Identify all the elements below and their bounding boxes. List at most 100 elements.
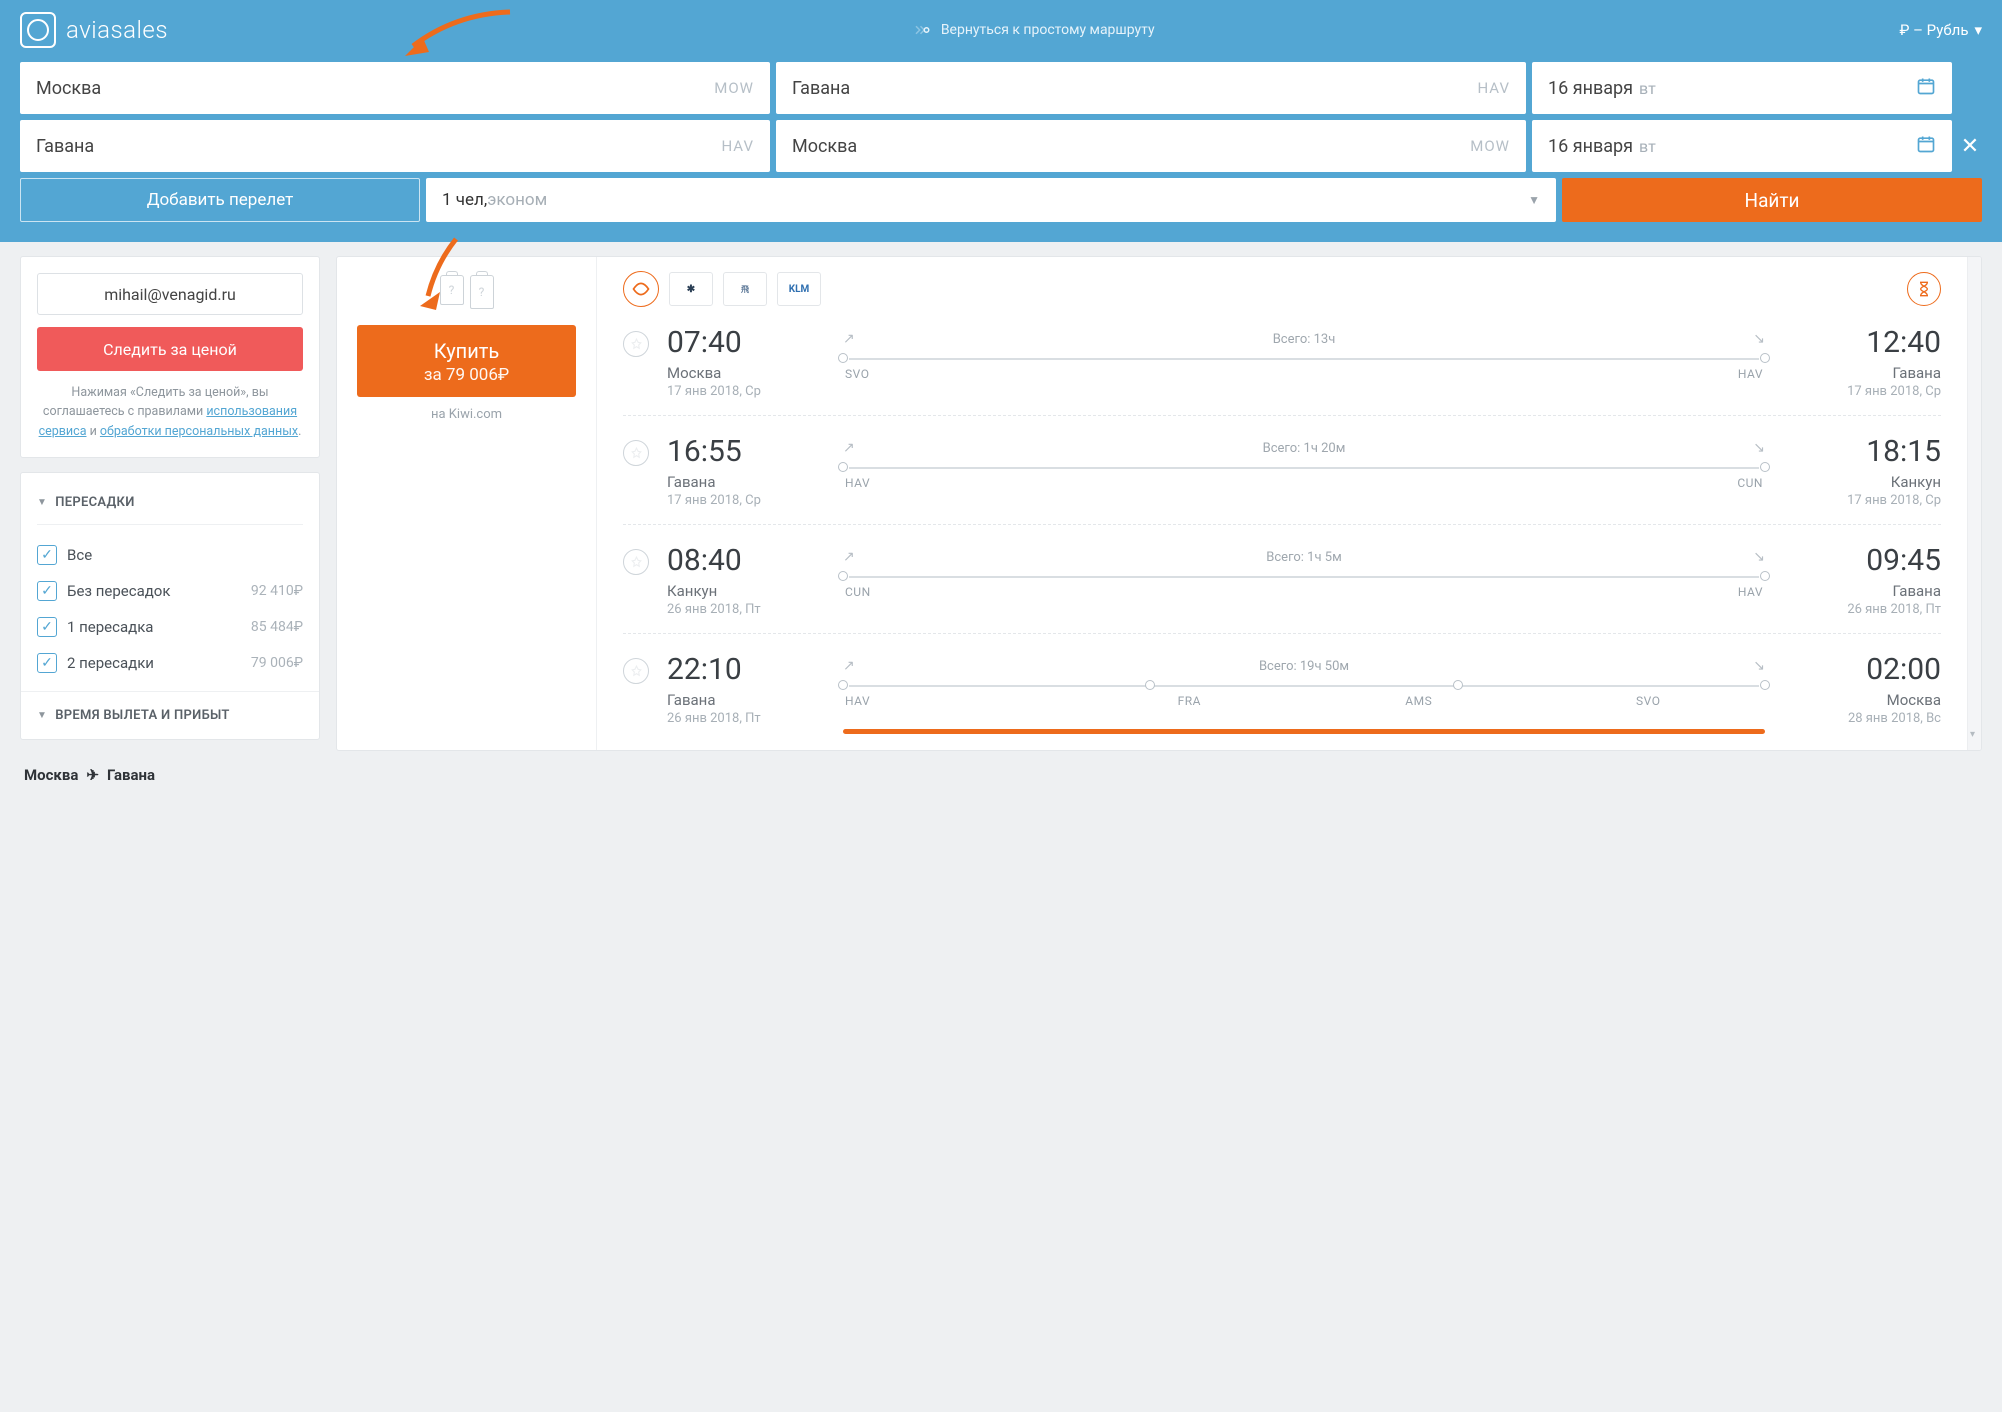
- arr-time: 09:45: [1791, 543, 1941, 578]
- filter-label: Без пересадок: [67, 582, 170, 600]
- filter-time-toggle[interactable]: ▼ ВРЕМЯ ВЫЛЕТА И ПРИБЫТ: [37, 702, 303, 723]
- chevron-down-icon: ▼: [37, 497, 47, 508]
- airline-condor-icon: [623, 271, 659, 307]
- dep-city: Москва: [667, 364, 817, 382]
- baggage-icon: ?: [470, 275, 494, 309]
- dep-date: 26 янв 2018, Пт: [667, 602, 817, 617]
- checkbox-icon: ✓: [37, 653, 57, 673]
- flight-segment: 08:40 Канкун 26 янв 2018, Пт ↗ Всего: 1ч…: [623, 525, 1941, 634]
- arr-time: 18:15: [1791, 434, 1941, 469]
- vendor-label: на Kiwi.com: [357, 407, 576, 422]
- filter-option[interactable]: ✓ Все: [37, 537, 303, 573]
- filter-label: 1 пересадка: [67, 618, 153, 636]
- filter-price: 79 006₽: [251, 655, 303, 671]
- search-button[interactable]: Найти: [1562, 178, 1982, 222]
- carryon-icon: ?: [440, 275, 464, 305]
- filter-time-title: ВРЕМЯ ВЫЛЕТА И ПРИБЫТ: [55, 708, 230, 723]
- filter-label: Все: [67, 546, 92, 564]
- brand[interactable]: aviasales: [20, 12, 168, 48]
- dep-time: 22:10: [667, 652, 817, 687]
- dep-city: Гавана: [667, 691, 817, 709]
- price-watch-card: Следить за ценой Нажимая «Следить за цен…: [20, 256, 320, 458]
- currency-label: ₽ – Рубль: [1899, 21, 1968, 39]
- calendar-icon: [1916, 76, 1936, 101]
- filter-option[interactable]: ✓ Без пересадок 92 410₽: [37, 573, 303, 609]
- airport-code: MOW: [1470, 137, 1510, 155]
- filter-label: 2 пересадки: [67, 654, 154, 672]
- privacy-link[interactable]: обработки персональных данных: [100, 424, 298, 439]
- airport-code: CUN: [845, 585, 1304, 599]
- route-track: [843, 573, 1765, 579]
- flight-segment: 07:40 Москва 17 янв 2018, Ср ↗ Всего: 13…: [623, 307, 1941, 416]
- add-flight-button[interactable]: Добавить перелет: [20, 178, 420, 222]
- simple-route-label: Вернуться к простому маршруту: [941, 22, 1155, 38]
- date-field[interactable]: 16 январявт: [1532, 62, 1952, 114]
- to-field[interactable]: МоскваMOW: [776, 120, 1526, 172]
- email-field[interactable]: [37, 273, 303, 315]
- arr-date: 28 янв 2018, Вс: [1791, 711, 1941, 726]
- filter-price: 92 410₽: [251, 583, 303, 599]
- buy-button[interactable]: Купить за 79 006₽: [357, 325, 576, 397]
- route-track: [843, 464, 1765, 470]
- landing-icon: ↘: [1753, 549, 1765, 565]
- chevron-down-icon: ▾: [1974, 21, 1982, 39]
- airport-code: AMS: [1304, 694, 1534, 708]
- watch-price-button[interactable]: Следить за ценой: [37, 327, 303, 371]
- from-field[interactable]: МоскваMOW: [20, 62, 770, 114]
- takeoff-icon: ↗: [843, 549, 855, 565]
- takeoff-icon: ↗: [843, 331, 855, 347]
- timer-icon: [1907, 272, 1941, 306]
- pax-class: эконом: [487, 190, 547, 210]
- pin-button[interactable]: [623, 549, 649, 575]
- legal-text: Нажимая «Следить за ценой», вы соглашает…: [37, 383, 303, 441]
- arr-city: Гавана: [1791, 582, 1941, 600]
- pax-count: 1 чел,: [442, 190, 487, 210]
- pin-button[interactable]: [623, 440, 649, 466]
- pin-button[interactable]: [623, 331, 649, 357]
- arr-city: Гавана: [1791, 364, 1941, 382]
- duration: Всего: 1ч 20м: [855, 441, 1754, 456]
- brand-text: aviasales: [66, 16, 168, 44]
- airport-code: HAV: [1477, 79, 1510, 97]
- landing-icon: ↘: [1753, 331, 1765, 347]
- filter-option[interactable]: ✓ 2 пересадки 79 006₽: [37, 645, 303, 681]
- filter-price: 85 484₽: [251, 619, 303, 635]
- ticket-scrollbar[interactable]: [1967, 257, 1981, 750]
- airport-code: SVO: [845, 367, 1304, 381]
- arr-date: 17 янв 2018, Ср: [1791, 384, 1941, 399]
- arr-time: 12:40: [1791, 325, 1941, 360]
- baggage-icons: ? ?: [357, 275, 576, 309]
- passengers-select[interactable]: 1 чел, эконом ▼: [426, 178, 1556, 222]
- from-field[interactable]: ГаванаHAV: [20, 120, 770, 172]
- airport-code: HAV: [721, 137, 754, 155]
- dep-city: Гавана: [667, 473, 817, 491]
- landing-icon: ↘: [1753, 440, 1765, 456]
- filter-stops-toggle[interactable]: ▼ ПЕРЕСАДКИ: [37, 489, 303, 525]
- checkbox-icon: ✓: [37, 545, 57, 565]
- currency-select[interactable]: ₽ – Рубль ▾: [1899, 21, 1982, 39]
- filter-option[interactable]: ✓ 1 пересадка 85 484₽: [37, 609, 303, 645]
- dep-city: Канкун: [667, 582, 817, 600]
- airport-code: HAV: [845, 476, 1304, 490]
- flight-segment: 16:55 Гавана 17 янв 2018, Ср ↗ Всего: 1ч…: [623, 416, 1941, 525]
- arr-date: 26 янв 2018, Пт: [1791, 602, 1941, 617]
- airport-code: SVO: [1534, 694, 1764, 708]
- remove-segment-button[interactable]: ✕: [1958, 134, 1982, 159]
- pin-button[interactable]: [623, 658, 649, 684]
- airport-code: HAV: [1304, 367, 1763, 381]
- filter-stops-title: ПЕРЕСАДКИ: [55, 495, 134, 510]
- date-field[interactable]: 16 январявт: [1532, 120, 1952, 172]
- to-field[interactable]: ГаванаHAV: [776, 62, 1526, 114]
- ticket-card: ? ? Купить за 79 006₽ на Kiwi.com ✱ ⾶ KL…: [336, 256, 1982, 751]
- dep-time: 07:40: [667, 325, 817, 360]
- annotation-highlight: [843, 729, 1765, 734]
- filters-card: ▼ ПЕРЕСАДКИ ✓ Все ✓ Без пересадок 92 410…: [20, 472, 320, 740]
- dep-date: 26 янв 2018, Пт: [667, 711, 817, 726]
- takeoff-icon: ↗: [843, 658, 855, 674]
- dep-date: 17 янв 2018, Ср: [667, 493, 817, 508]
- simple-route-link[interactable]: Вернуться к простому маршруту: [913, 21, 1155, 39]
- takeoff-icon: ↗: [843, 440, 855, 456]
- airport-code: HAV: [1304, 585, 1763, 599]
- buy-label: Купить: [367, 339, 566, 363]
- chevron-down-icon: ▼: [1528, 193, 1540, 207]
